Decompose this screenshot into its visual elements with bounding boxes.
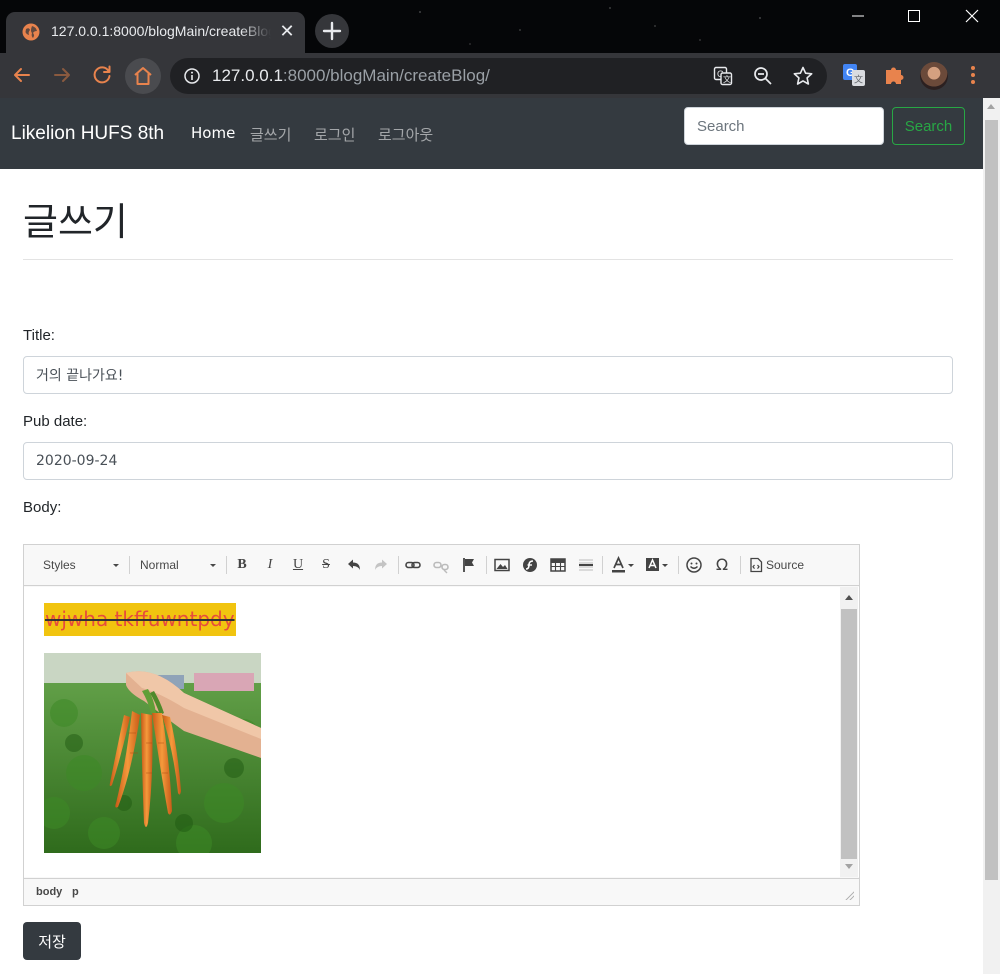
address-bar[interactable]: 127.0.0.1:8000/blogMain/createBlog/ G 文 — [170, 58, 827, 94]
body-label: Body: — [23, 499, 62, 516]
editor-styled-text[interactable]: wjwha tkffuwntpdy — [44, 603, 236, 636]
scroll-up-arrow-icon[interactable] — [987, 104, 995, 109]
toolbar-separator — [740, 556, 741, 574]
zoom-out-icon[interactable] — [753, 66, 773, 86]
editor-toolbar: Styles Normal B I U S Ω Source — [24, 545, 859, 586]
divider — [23, 259, 953, 260]
google-translate-extension-icon[interactable]: G 文 — [842, 63, 866, 87]
url-text: 127.0.0.1:8000/blogMain/createBlog/ — [212, 66, 490, 86]
avatar[interactable] — [920, 62, 948, 90]
editor-scrollbar-thumb[interactable] — [841, 609, 857, 859]
browser-tab[interactable]: 127.0.0.1:8000/blogMain/createBlog/ ✕ — [6, 12, 305, 53]
scroll-up-arrow-icon[interactable] — [845, 595, 853, 600]
maximize-window-button[interactable] — [886, 0, 942, 32]
page-title: 글쓰기 — [23, 200, 128, 244]
translate-icon[interactable]: G 文 — [713, 66, 733, 86]
plus-icon — [322, 21, 342, 41]
page-scrollbar-thumb[interactable] — [985, 120, 998, 880]
horizontal-line-icon[interactable] — [577, 556, 595, 574]
scroll-down-arrow-icon[interactable] — [845, 864, 853, 869]
close-window-button[interactable] — [944, 0, 1000, 32]
forward-arrow-icon[interactable] — [50, 63, 74, 87]
bold-icon[interactable]: B — [233, 556, 251, 574]
search-input[interactable] — [684, 107, 884, 145]
info-icon[interactable] — [184, 68, 200, 84]
chevron-down-icon — [113, 564, 119, 567]
star-bookmark-icon[interactable] — [792, 65, 814, 87]
toolbar-separator — [129, 556, 130, 574]
toolbar-separator — [486, 556, 487, 574]
styles-dropdown[interactable]: Styles — [43, 554, 121, 576]
close-tab-icon[interactable]: ✕ — [276, 21, 298, 43]
format-dropdown-label: Normal — [140, 558, 179, 572]
flash-icon[interactable] — [521, 556, 539, 574]
navbar: Likelion HUFS 8th Home 글쓰기 로그인 로그아웃 Sear… — [0, 98, 983, 169]
nav-link-write[interactable]: 글쓰기 — [250, 124, 291, 145]
chevron-down-icon — [210, 564, 216, 567]
undo-icon[interactable] — [345, 556, 363, 574]
back-arrow-icon[interactable] — [10, 63, 34, 87]
url-host: 127.0.0.1 — [212, 66, 283, 85]
minimize-window-button[interactable] — [830, 0, 886, 32]
link-icon[interactable] — [404, 556, 422, 574]
page-viewport: Likelion HUFS 8th Home 글쓰기 로그인 로그아웃 Sear… — [0, 98, 983, 974]
nav-link-logout[interactable]: 로그아웃 — [378, 124, 433, 145]
home-icon — [134, 67, 152, 85]
image-icon[interactable] — [493, 556, 511, 574]
redo-icon[interactable] — [372, 556, 390, 574]
path-item-body[interactable]: body — [36, 886, 62, 898]
background-color-icon[interactable] — [644, 556, 670, 574]
svg-text:文: 文 — [854, 74, 863, 86]
new-tab-button[interactable] — [315, 14, 349, 48]
pub-date-field[interactable] — [23, 442, 953, 480]
nav-link-login[interactable]: 로그인 — [314, 124, 355, 145]
maximize-icon — [908, 10, 920, 22]
strikethrough-icon[interactable]: S — [317, 556, 335, 574]
navbar-brand[interactable]: Likelion HUFS 8th — [11, 123, 164, 145]
globe-icon — [22, 23, 40, 41]
minimize-icon — [852, 15, 864, 17]
title-field[interactable] — [23, 356, 953, 394]
source-button-label: Source — [766, 558, 805, 572]
page-scrollbar[interactable] — [983, 98, 1000, 974]
pub-date-label: Pub date: — [23, 413, 88, 430]
toolbar-separator — [398, 556, 399, 574]
title-label: Title: — [23, 327, 55, 344]
nav-link-home[interactable]: Home — [191, 124, 235, 142]
smiley-icon[interactable] — [685, 556, 703, 574]
svg-text:文: 文 — [723, 74, 731, 84]
rich-text-editor: Styles Normal B I U S Ω Source wjwha tkf… — [23, 544, 860, 906]
toolbar-separator — [226, 556, 227, 574]
editor-scrollbar[interactable] — [840, 587, 858, 877]
browser-titlebar: 127.0.0.1:8000/blogMain/createBlog/ ✕ — [0, 0, 1000, 53]
editor-content-area[interactable]: wjwha tkffuwntpdy — [24, 587, 859, 877]
save-button[interactable]: 저장 — [23, 922, 81, 960]
anchor-flag-icon[interactable] — [460, 556, 478, 574]
url-path: :8000/blogMain/createBlog/ — [282, 66, 490, 85]
format-dropdown[interactable]: Normal — [140, 554, 217, 576]
browser-toolbar: 127.0.0.1:8000/blogMain/createBlog/ G 文 … — [0, 53, 1000, 98]
search-button[interactable]: Search — [892, 107, 965, 145]
resize-grip-icon[interactable] — [844, 890, 854, 900]
tab-title: 127.0.0.1:8000/blogMain/createBlog/ — [51, 23, 271, 39]
italic-icon[interactable]: I — [261, 556, 279, 574]
reload-icon[interactable] — [90, 63, 114, 87]
styles-dropdown-label: Styles — [43, 558, 76, 572]
extensions-puzzle-icon[interactable] — [882, 63, 906, 87]
table-icon[interactable] — [549, 556, 567, 574]
kebab-menu-icon[interactable] — [963, 64, 983, 86]
toolbar-separator — [602, 556, 603, 574]
editor-elements-path: body p — [24, 878, 859, 905]
path-item-p[interactable]: p — [72, 886, 79, 898]
toolbar-separator — [678, 556, 679, 574]
underline-icon[interactable]: U — [289, 556, 307, 574]
text-color-icon[interactable] — [610, 556, 636, 574]
carrot-photo[interactable] — [44, 653, 261, 853]
home-button[interactable] — [125, 58, 161, 94]
omega-special-char-icon[interactable]: Ω — [713, 556, 731, 574]
close-icon — [965, 9, 979, 23]
unlink-icon[interactable] — [432, 556, 450, 574]
source-code-icon — [750, 557, 763, 573]
